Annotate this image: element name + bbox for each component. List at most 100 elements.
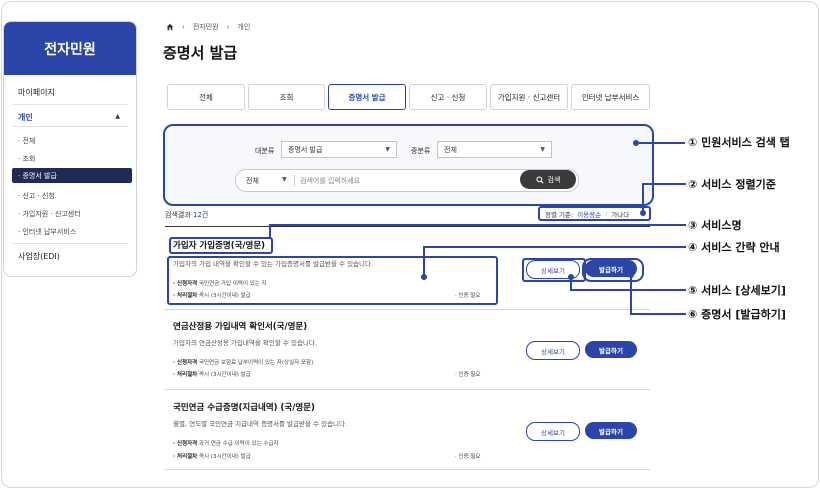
- major-category-value: 증명서 발급: [288, 145, 323, 154]
- callout-issue: ⑥ 증명서 [발급하기]: [688, 308, 786, 321]
- callout-line: [639, 142, 685, 144]
- certification-required: · 인증 필요: [455, 454, 481, 460]
- certification-required: · 인증 필요: [455, 293, 481, 299]
- callout-detail: ⑤ 서비스 [상세보기]: [688, 284, 786, 297]
- callout-line: [423, 246, 425, 276]
- chevron-down-icon: ▼: [540, 146, 545, 153]
- qualification-value: 국민연금 보험료 납부이력이 있는 자(상실자 포함): [199, 360, 314, 366]
- sidebar-sub-inquiry[interactable]: · 조회: [18, 154, 35, 164]
- issue-button[interactable]: 발급하기: [585, 422, 637, 439]
- search-button-label: 검색: [547, 175, 561, 184]
- middle-category-select[interactable]: 전체 ▼: [437, 141, 552, 158]
- callout-line: [423, 246, 686, 248]
- sidebar-item-personal[interactable]: 개인: [18, 112, 33, 123]
- qualification-label: · 신청자격: [173, 360, 198, 366]
- detail-button[interactable]: 상세보기: [526, 341, 580, 360]
- service-qualification: · 신청자격 국민연금 보험료 납부이력이 있는 자(상실자 포함): [173, 358, 313, 366]
- breadcrumb-item[interactable]: 전자민원: [193, 22, 219, 32]
- qualification-label: · 신청자격: [173, 441, 198, 447]
- procedure-value: 즉시 (3시간이내) 발급: [199, 454, 251, 460]
- tab-payment[interactable]: 인터넷 납부서비스: [571, 84, 650, 110]
- service-desc: 가입자의 연금산정용 가입내역을 확인할 수 있습니다.: [173, 339, 317, 347]
- tab-all[interactable]: 전체: [167, 84, 245, 110]
- procedure-value: 즉시 (3시간이내) 발급: [199, 293, 251, 299]
- sidebar-sub-support[interactable]: · 가입지원 · 신고센터: [18, 209, 81, 219]
- search-scope-select[interactable]: 전체: [246, 176, 259, 186]
- callout-line: [642, 183, 644, 211]
- callout-line: [642, 183, 686, 185]
- tab-certificate[interactable]: 증명서 발급: [328, 84, 406, 110]
- sidebar-title: 전자민원: [4, 22, 136, 75]
- chevron-up-icon[interactable]: ▲: [115, 113, 120, 120]
- divider: [12, 243, 128, 244]
- sort-label: 정렬 기준:: [545, 210, 574, 219]
- sidebar-sub-certificate[interactable]: · 증명서 발급: [12, 168, 132, 183]
- callout-line: [269, 224, 686, 226]
- divider: [165, 309, 650, 310]
- sidebar: 전자민원 마이페이지 개인 ▲ · 전체 · 조회 · 증명서 발급 · 신고 …: [3, 21, 137, 277]
- page-title: 증명서 발급: [163, 44, 238, 62]
- search-icon: [535, 175, 544, 184]
- chevron-down-icon: ▼: [385, 146, 390, 153]
- service-name[interactable]: 가입자 가입증명(국/영문): [173, 239, 265, 251]
- result-count: 검색결과 12건: [165, 210, 208, 220]
- breadcrumb: › 전자민원 › 개인: [166, 22, 250, 32]
- procedure-label: · 처리절차: [173, 293, 198, 299]
- sidebar-sub-report[interactable]: · 신고 · 신청: [18, 191, 55, 201]
- tab-support[interactable]: 가입지원 · 신고센터: [490, 84, 568, 110]
- tab-report[interactable]: 신고 · 신청: [409, 84, 487, 110]
- qualification-value: 과거 연금 수급 이력이 있는 수급자: [199, 441, 279, 447]
- major-category-label: 대분류: [255, 147, 275, 155]
- callout-line: [630, 276, 632, 314]
- callout-service-summary: ④ 서비스 간략 안내: [688, 241, 780, 254]
- breadcrumb-item[interactable]: 개인: [237, 22, 250, 32]
- tab-inquiry[interactable]: 조회: [248, 84, 325, 110]
- divider: [12, 126, 128, 127]
- breadcrumb-separator-icon: ›: [182, 23, 185, 31]
- callout-search-tab: ① 민원서비스 검색 탭: [688, 136, 790, 149]
- sidebar-item-edi[interactable]: 사업장(EDI): [18, 251, 60, 262]
- search-input[interactable]: 검색어를 입력하세요: [300, 176, 360, 186]
- search-button[interactable]: 검색: [520, 170, 576, 189]
- sidebar-sub-certificate-label: · 증명서 발급: [18, 172, 57, 180]
- callout-service-name: ③ 서비스명: [688, 219, 742, 232]
- chevron-down-icon: ▼: [282, 176, 287, 183]
- procedure-value: 즉시 (3시간이내) 발급: [199, 372, 251, 378]
- divider: [12, 104, 128, 105]
- service-name[interactable]: 국민연금 수급증명(지급내역) (국/영문): [173, 401, 315, 413]
- issue-button[interactable]: 발급하기: [585, 341, 637, 358]
- service-desc: 월별, 연도별 국민연금 지급내역 증명서를 발급받을 수 있습니다.: [173, 420, 348, 428]
- service-name[interactable]: 연금산정용 가입내역 확인서(국/영문): [173, 320, 307, 332]
- middle-category-value: 전체: [444, 145, 457, 154]
- procedure-label: · 처리절차: [173, 454, 198, 460]
- divider: [165, 469, 650, 470]
- service-qualification: · 신청자격 국민연금 가입 이력이 있는 자: [173, 279, 267, 287]
- qualification-value: 국민연금 가입 이력이 있는 자: [199, 281, 267, 287]
- major-category-select[interactable]: 증명서 발급 ▼: [281, 141, 397, 158]
- sort-option-alpha[interactable]: 가나다: [611, 209, 629, 219]
- divider: |: [605, 209, 608, 218]
- qualification-label: · 신청자격: [173, 281, 198, 287]
- service-procedure: · 처리절차 즉시 (3시간이내) 발급: [173, 291, 251, 299]
- home-icon[interactable]: [166, 23, 174, 31]
- callout-line: [630, 313, 686, 315]
- middle-category-label: 중분류: [411, 147, 431, 155]
- search-panel: [163, 124, 654, 206]
- sort-options: 정렬 기준: 이용량순 | 가나다: [538, 206, 651, 221]
- callout-sort: ② 서비스 정렬기준: [688, 178, 776, 191]
- breadcrumb-separator-icon: ›: [226, 23, 230, 31]
- callout-line: [269, 224, 271, 239]
- result-count-prefix: 검색결과: [165, 211, 193, 219]
- detail-button[interactable]: 상세보기: [526, 422, 580, 441]
- callout-line: [570, 289, 686, 291]
- sidebar-item-mypage[interactable]: 마이페이지: [18, 87, 55, 98]
- divider: [165, 226, 650, 227]
- divider: [165, 389, 650, 390]
- procedure-label: · 처리절차: [173, 372, 198, 378]
- sort-option-usage[interactable]: 이용량순: [577, 209, 601, 219]
- service-qualification: · 신청자격 과거 연금 수급 이력이 있는 수급자: [173, 439, 279, 447]
- sidebar-sub-all[interactable]: · 전체: [18, 136, 35, 146]
- service-procedure: · 처리절차 즉시 (3시간이내) 발급: [173, 370, 251, 378]
- sidebar-sub-payment[interactable]: · 인터넷 납부서비스: [18, 227, 76, 237]
- certification-required: · 인증 필요: [455, 372, 481, 378]
